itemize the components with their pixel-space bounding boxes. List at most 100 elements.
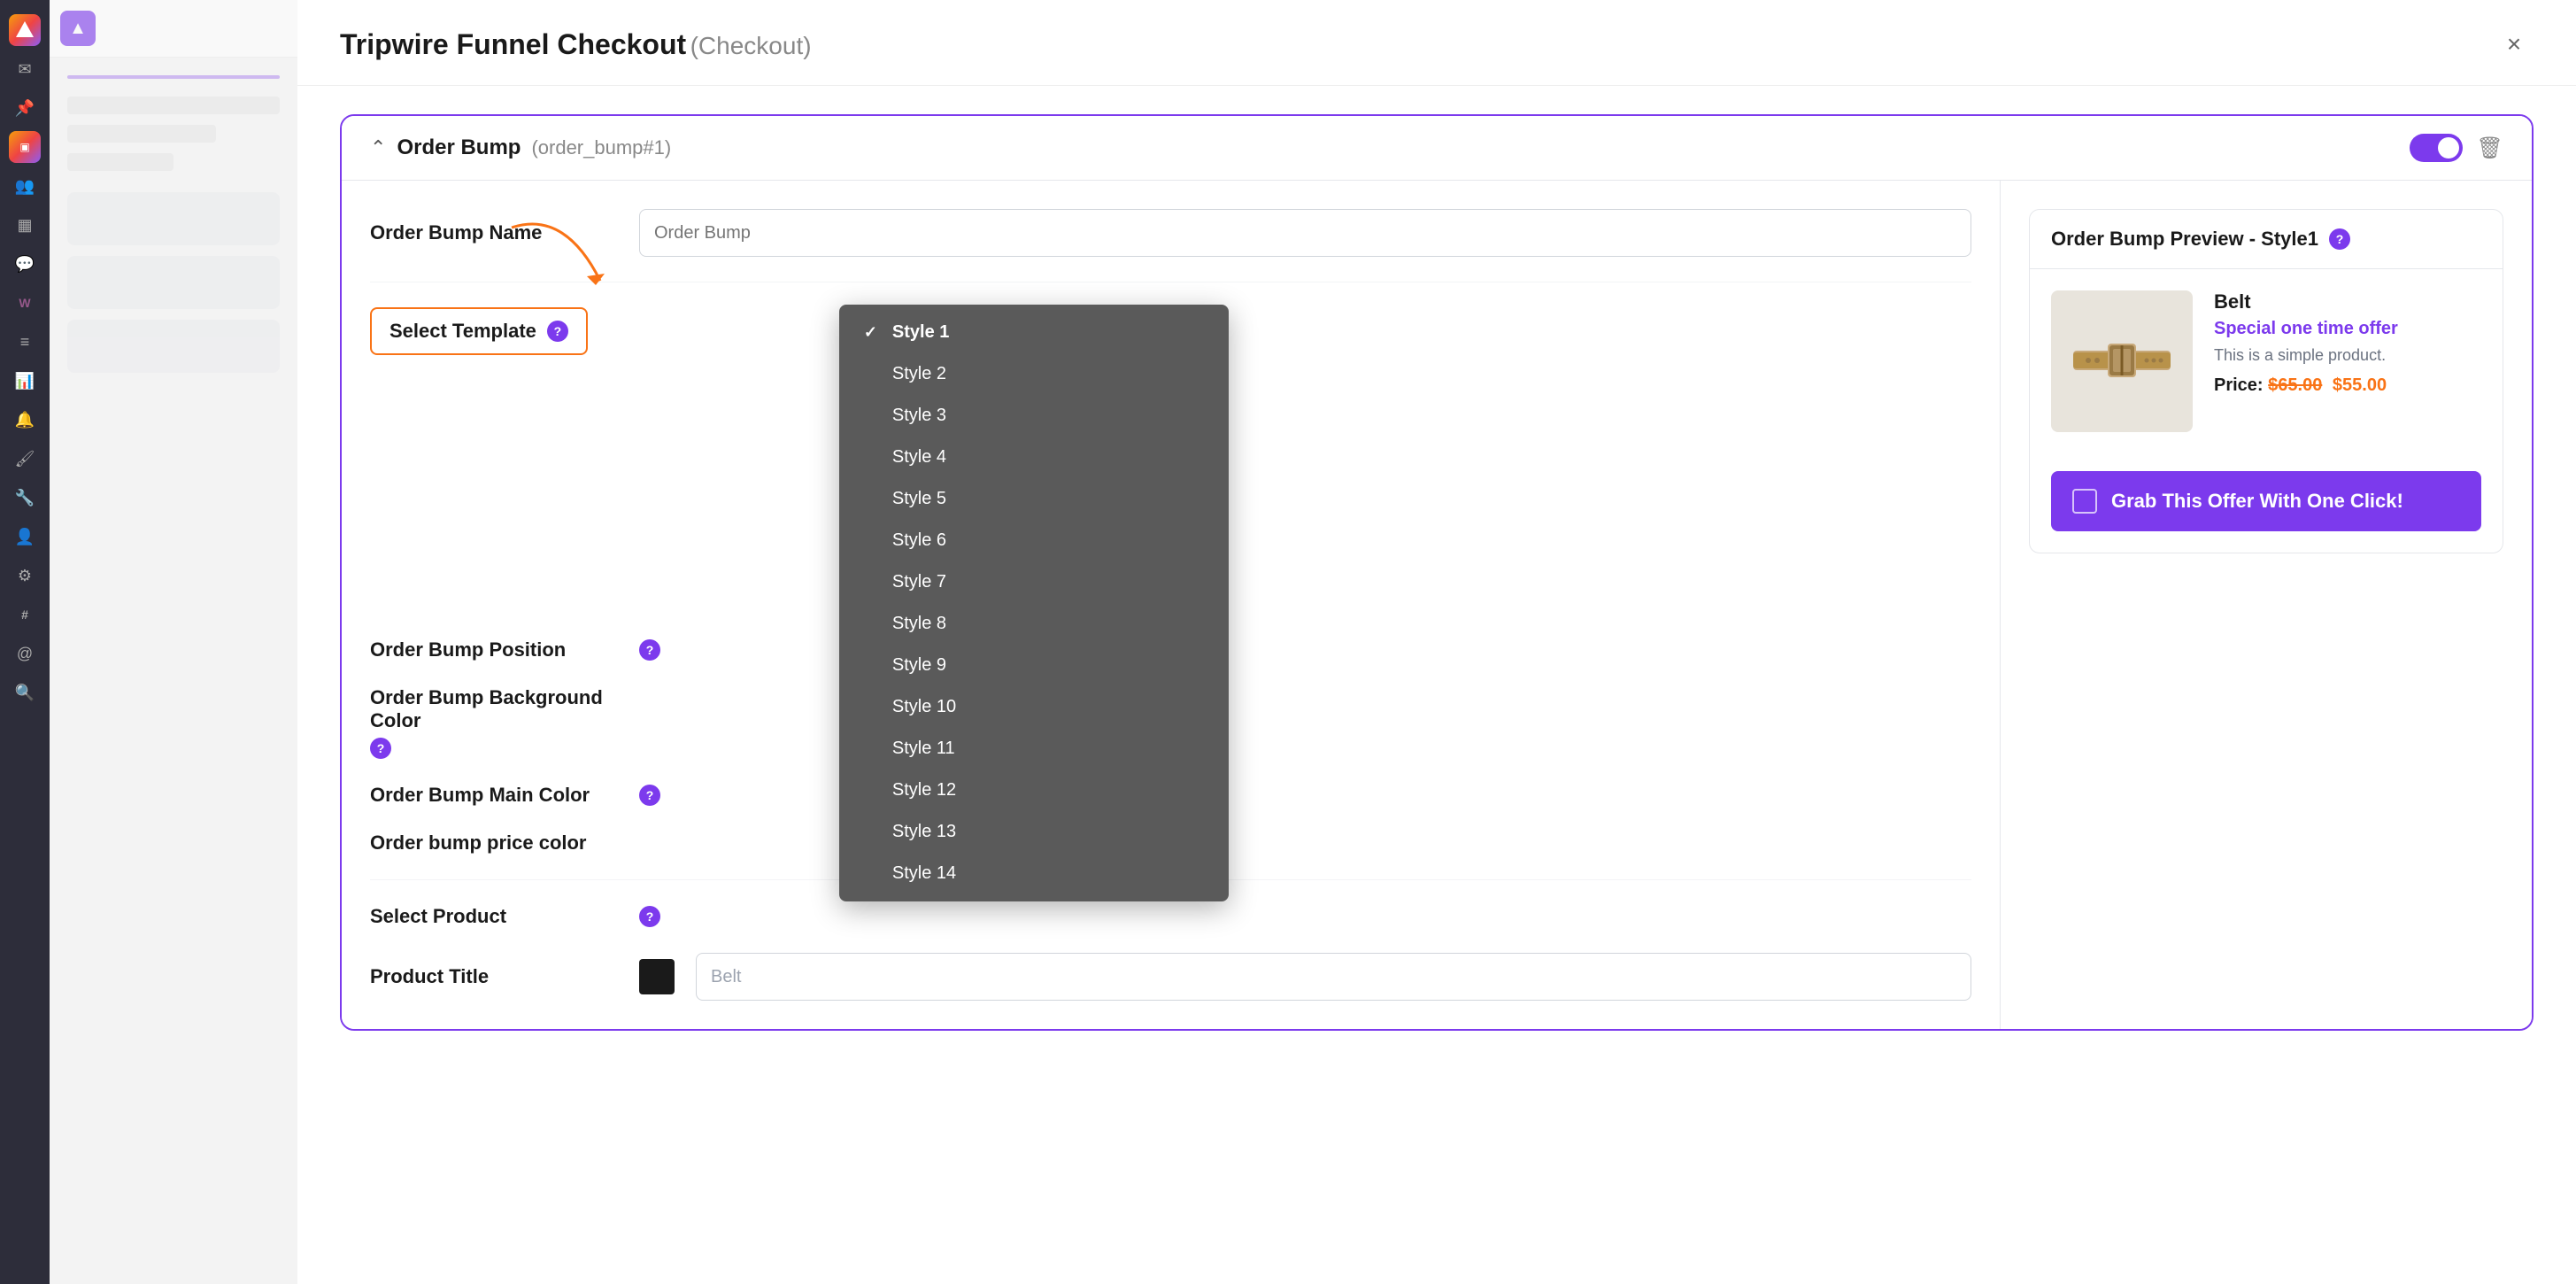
sidebar-icon-sort[interactable]: #	[9, 599, 41, 630]
dropdown-item-13[interactable]: Style 14	[839, 853, 1229, 894]
dropdown-label-11: Style 12	[892, 780, 956, 801]
card-subtitle: (order_bump#1)	[531, 136, 671, 159]
price-color-label: Order bump price color	[370, 832, 618, 855]
sidebar-icon-settings[interactable]: ⚙	[9, 560, 41, 592]
sidebar-logo[interactable]	[9, 14, 41, 46]
grab-button-label: Grab This Offer With One Click!	[2111, 490, 2403, 513]
toggle-switch[interactable]	[2410, 134, 2463, 162]
dropdown-item-1[interactable]: Style 2	[839, 353, 1229, 395]
preview-help-icon[interactable]: ?	[2329, 228, 2350, 250]
select-product-help-icon[interactable]: ?	[639, 906, 660, 927]
bg-logo: ▲	[60, 11, 96, 46]
background-page: ▲	[50, 0, 297, 1284]
sidebar-icon-search[interactable]: 🔍	[9, 677, 41, 708]
price-sale: $55.00	[2333, 375, 2387, 395]
sidebar-icon-list[interactable]: ≡	[9, 326, 41, 358]
dropdown-label-0: Style 1	[892, 322, 949, 343]
product-info: Belt Special one time offer This is a si…	[2214, 290, 2481, 396]
close-button[interactable]: ×	[2495, 25, 2534, 64]
select-template-label: Select Template	[389, 320, 536, 343]
main-color-help-icon[interactable]: ?	[639, 785, 660, 806]
bg-color-label: Order Bump Background Color ?	[370, 686, 618, 759]
chevron-up-icon[interactable]: ⌃	[370, 136, 386, 159]
bg-color-help-icon[interactable]: ?	[370, 738, 391, 759]
product-title-row: Product Title	[370, 953, 1971, 1001]
dropdown-label-8: Style 9	[892, 655, 946, 676]
dropdown-item-2[interactable]: Style 3	[839, 395, 1229, 437]
check-icon: ✓	[864, 323, 882, 342]
modal-title-group: Tripwire Funnel Checkout (Checkout)	[340, 28, 812, 61]
sidebar-icon-brush[interactable]: 🖌	[9, 443, 41, 475]
select-product-label: Select Product	[370, 905, 618, 928]
belt-illustration	[2069, 326, 2175, 397]
name-input[interactable]	[639, 209, 1971, 257]
sidebar-icon-gradient[interactable]: ▣	[9, 131, 41, 163]
position-label: Order Bump Position	[370, 638, 618, 661]
main-color-label: Order Bump Main Color	[370, 784, 618, 807]
sidebar-icon-users[interactable]: 👥	[9, 170, 41, 202]
select-template-help-icon[interactable]: ?	[547, 321, 568, 342]
dropdown-item-6[interactable]: Style 7	[839, 561, 1229, 603]
dropdown-item-7[interactable]: Style 8	[839, 603, 1229, 645]
sidebar-icon-feedback[interactable]: 💬	[9, 248, 41, 280]
sidebar-icon-chart[interactable]: 📊	[9, 365, 41, 397]
product-title-input[interactable]	[696, 953, 1971, 1001]
select-template-row: Select Template ? ✓ Style 1	[370, 307, 1971, 355]
preview-card: Order Bump Preview - Style1 ?	[2029, 209, 2503, 553]
product-desc: This is a simple product.	[2214, 346, 2481, 365]
name-row: Order Bump Name	[370, 209, 1971, 257]
product-title-color-swatch[interactable]	[639, 959, 675, 994]
dropdown-label-2: Style 3	[892, 406, 946, 426]
dropdown-label-13: Style 14	[892, 863, 956, 884]
sidebar-icon-at[interactable]: @	[9, 638, 41, 669]
dropdown-item-3[interactable]: Style 4	[839, 437, 1229, 478]
card-body: Order Bump Name Select Template	[342, 181, 2532, 1029]
price-label: Price:	[2214, 375, 2264, 395]
sidebar-icon-mail[interactable]: ✉	[9, 53, 41, 85]
dropdown-item-11[interactable]: Style 12	[839, 770, 1229, 811]
select-product-row: Select Product ?	[370, 905, 1971, 928]
product-image	[2051, 290, 2193, 432]
modal-header: Tripwire Funnel Checkout (Checkout) ×	[297, 0, 2576, 86]
trash-icon[interactable]: 🗑	[2477, 135, 2503, 161]
preview-title: Order Bump Preview - Style1	[2051, 228, 2318, 251]
sidebar-icon-bell[interactable]: 🔔	[9, 404, 41, 436]
dropdown-label-12: Style 13	[892, 822, 956, 842]
dropdown-item-4[interactable]: Style 5	[839, 478, 1229, 520]
dropdown-label-7: Style 8	[892, 614, 946, 634]
dropdown-item-12[interactable]: Style 13	[839, 811, 1229, 853]
sidebar: ✉ 📌 ▣ 👥 ▦ 💬 W ≡ 📊 🔔 🖌 🔧 👤 ⚙ # @ 🔍	[0, 0, 50, 1284]
main-modal: Tripwire Funnel Checkout (Checkout) × ⌃ …	[297, 0, 2576, 1284]
product-name: Belt	[2214, 290, 2481, 313]
card-header-right: 🗑	[2410, 134, 2503, 162]
sidebar-icon-person[interactable]: 👤	[9, 521, 41, 553]
sidebar-icon-pin[interactable]: 📌	[9, 92, 41, 124]
dropdown-label-1: Style 2	[892, 364, 946, 384]
order-bump-card: ⌃ Order Bump (order_bump#1) 🗑 Order B	[340, 114, 2534, 1031]
dropdown-label-5: Style 6	[892, 530, 946, 551]
dropdown-menu: ✓ Style 1 Style 2 Style 3	[839, 305, 1229, 901]
dropdown-label-10: Style 11	[892, 739, 955, 759]
dropdown-item-8[interactable]: Style 9	[839, 645, 1229, 686]
product-offer: Special one time offer	[2214, 319, 2481, 339]
preview-body: Belt Special one time offer This is a si…	[2030, 269, 2503, 453]
select-template-box[interactable]: Select Template ?	[370, 307, 588, 355]
product-price: Price: $65.00 $55.00	[2214, 375, 2481, 396]
form-panel: Order Bump Name Select Template	[342, 181, 2001, 1029]
dropdown-item-9[interactable]: Style 10	[839, 686, 1229, 728]
bg-header: ▲	[50, 0, 297, 58]
sidebar-icon-woo[interactable]: W	[9, 287, 41, 319]
preview-header: Order Bump Preview - Style1 ?	[2030, 210, 2503, 269]
position-help-icon[interactable]: ?	[639, 639, 660, 661]
preview-panel: Order Bump Preview - Style1 ?	[2001, 181, 2532, 1029]
dropdown-item-0[interactable]: ✓ Style 1	[839, 312, 1229, 353]
dropdown-item-5[interactable]: Style 6	[839, 520, 1229, 561]
card-header-left: ⌃ Order Bump (order_bump#1)	[370, 135, 671, 160]
grab-offer-button[interactable]: Grab This Offer With One Click!	[2051, 471, 2481, 531]
price-original: $65.00	[2268, 375, 2322, 395]
card-title: Order Bump	[397, 135, 521, 160]
dropdown-item-10[interactable]: Style 11	[839, 728, 1229, 770]
sidebar-icon-wrench[interactable]: 🔧	[9, 482, 41, 514]
sidebar-icon-table[interactable]: ▦	[9, 209, 41, 241]
name-label: Order Bump Name	[370, 221, 618, 244]
